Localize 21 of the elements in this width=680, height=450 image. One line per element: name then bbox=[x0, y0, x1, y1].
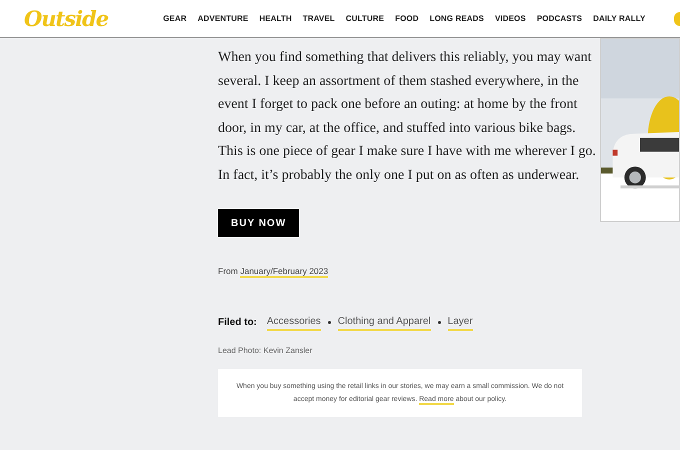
nav-link[interactable]: FOOD bbox=[395, 12, 419, 24]
buy-now-button[interactable]: BUY NOW bbox=[218, 209, 300, 237]
bullet-icon bbox=[328, 320, 331, 324]
bullet-icon bbox=[438, 320, 441, 324]
nav-link[interactable]: CULTURE bbox=[346, 12, 384, 24]
tag-link[interactable]: Clothing and Apparel bbox=[338, 314, 431, 331]
filed-label: Filed to: bbox=[218, 316, 257, 330]
tag-link[interactable]: Accessories bbox=[266, 314, 321, 331]
nav-link[interactable]: ADVENTURE bbox=[198, 12, 248, 24]
nav-link[interactable]: GEAR bbox=[163, 12, 187, 24]
nav-link[interactable]: TRAVEL bbox=[302, 12, 335, 24]
nav-link[interactable]: LONG READS bbox=[430, 12, 484, 24]
tag-link[interactable]: Layer bbox=[448, 314, 473, 331]
issue-line: From January/February 2023 bbox=[218, 265, 330, 278]
nav-link[interactable]: VIDEOS bbox=[494, 12, 526, 24]
nav-link[interactable]: HEALTH bbox=[259, 12, 292, 24]
nav-link[interactable]: PODCASTS bbox=[536, 12, 582, 24]
issue-link[interactable]: January/February 2023 bbox=[240, 266, 328, 278]
nav-link[interactable]: DAILY RALLY bbox=[593, 12, 646, 24]
photo-credit: Lead Photo: Kevin Zansler bbox=[218, 344, 314, 357]
article-paragraph: When you find something that delivers this reliably, you may want several. I keep an assortment of them stashed everywhere, in the event I forget to pack one before an outing: at home by the front door, in my car, at the office, and stuffed into various bike bags. This is one piece of gear I make sure I have with me wherever I go. In fact, it’s probably the only one I put on as often as underwear. bbox=[218, 49, 597, 184]
